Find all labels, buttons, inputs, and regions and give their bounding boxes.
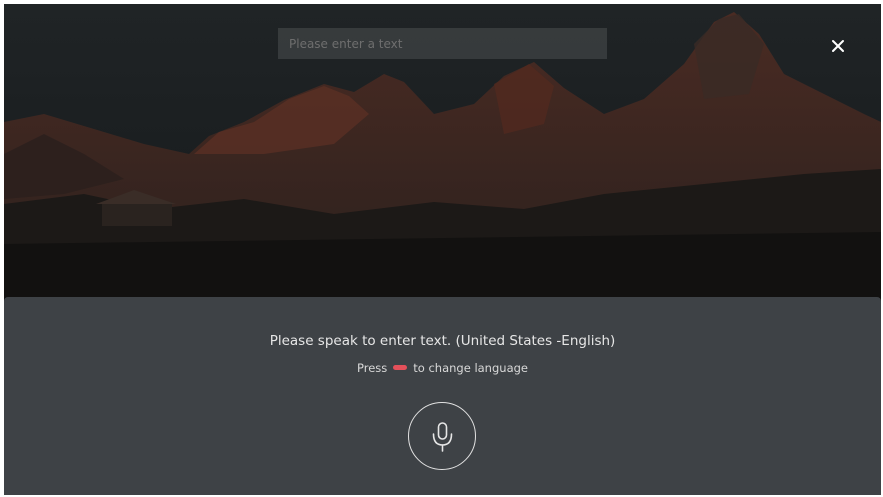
close-icon (832, 40, 844, 52)
microphone-button[interactable] (408, 402, 476, 470)
voice-input-screen: Please speak to enter text. (United Stat… (4, 4, 881, 495)
change-language-hint: Press to change language (4, 361, 881, 375)
voice-input-panel: Please speak to enter text. (United Stat… (4, 297, 881, 495)
red-button-icon (393, 365, 408, 370)
hint-change-language-text: to change language (413, 361, 528, 375)
close-button[interactable] (826, 34, 850, 58)
voice-prompt-text: Please speak to enter text. (United Stat… (269, 333, 616, 349)
hint-press-text: Press (356, 361, 388, 375)
microphone-icon (432, 422, 453, 452)
search-input[interactable] (278, 28, 607, 59)
